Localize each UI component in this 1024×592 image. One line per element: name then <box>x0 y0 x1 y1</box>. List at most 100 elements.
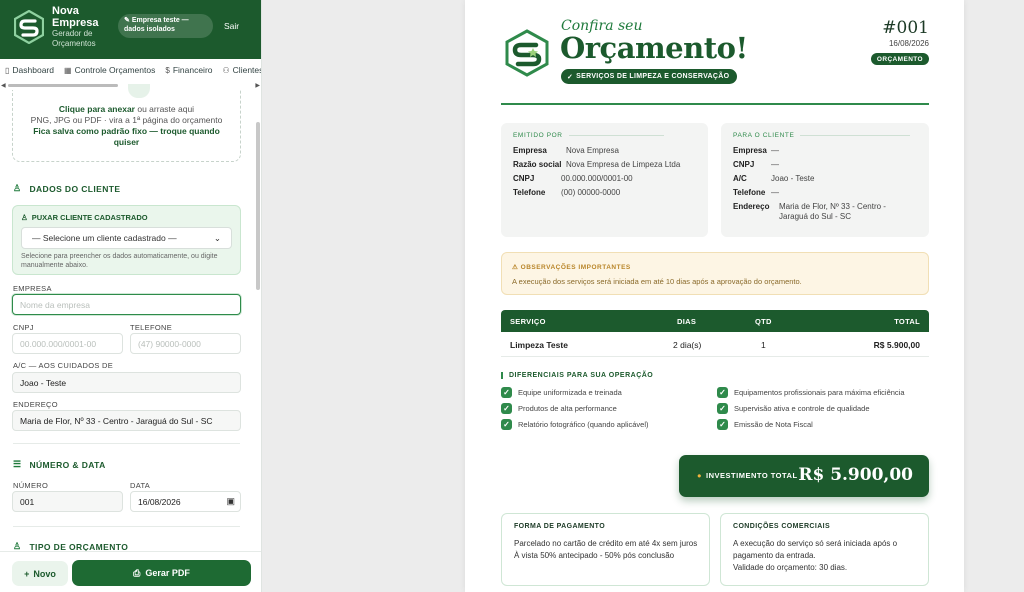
emitido-title: EMITIDO POR <box>513 132 664 139</box>
kv-row: CNPJ 00.000.000/0001-00 <box>513 174 633 184</box>
telefone-input[interactable]: (47) 90000-0000 <box>130 333 241 354</box>
th-total: TOTAL <box>894 317 920 326</box>
check-icon: ✓ <box>501 403 512 414</box>
calendar-icon[interactable]: ▣ <box>226 496 235 507</box>
date-value: 16/08/2026 <box>138 497 181 507</box>
endereco-label: ENDEREÇO <box>13 400 58 409</box>
empresa-label: EMPRESA <box>13 284 52 293</box>
tenant-pill-label: Empresa teste — dados isolados <box>124 17 189 33</box>
kv-row: A/C Joao - Teste <box>733 174 814 184</box>
scroll-right-icon[interactable]: ▶ <box>255 82 260 89</box>
list-item-text: Produtos de alta performance <box>518 404 617 413</box>
brand-logo-icon <box>14 10 44 44</box>
telefone-label: TELEFONE <box>130 323 172 332</box>
kv-key: Telefone <box>513 188 546 197</box>
kv-key: Razão social <box>513 160 562 169</box>
subpill-text: SERVIÇOS DE LIMPEZA E CONSERVAÇÃO <box>576 73 730 80</box>
doc-number: #001 <box>882 18 929 38</box>
condicoes-card: CONDIÇÕES COMERCIAIS A execução do servi… <box>720 513 929 586</box>
kv-key: Empresa <box>513 146 547 155</box>
kv-row: Empresa Nova Empresa <box>513 146 619 156</box>
td-dias: 2 dia(s) <box>673 340 702 350</box>
td-servico: Limpeza Teste <box>510 340 568 350</box>
dollar-icon: $ <box>165 65 170 75</box>
gerar-pdf-button[interactable]: ⎙ Gerar PDF <box>72 560 251 586</box>
tab-financeiro[interactable]: $ Financeiro <box>160 65 217 75</box>
sidebar: Nova Empresa Gerador de Orçamentos ✎ Empr… <box>0 0 262 592</box>
kv-value: (00) 00000-0000 <box>561 188 621 197</box>
tab-clientes[interactable]: ⚇ Clientes <box>218 65 262 75</box>
vertical-scrollbar[interactable] <box>256 122 260 290</box>
pagamento-line: Parcelado no cartão de crédito em até 4x… <box>514 539 698 548</box>
novo-label: Novo <box>33 568 56 579</box>
gerar-pdf-label: Gerar PDF <box>145 568 190 578</box>
numero-input[interactable]: 001 <box>12 491 123 512</box>
list-item: ✓ Supervisão ativa e controle de qualidad… <box>717 403 870 414</box>
alert-title-text: OBSERVAÇÕES IMPORTANTES <box>520 264 631 271</box>
pull-client-help: Selecione para preencher os dados automa… <box>21 253 218 269</box>
kv-value: — <box>771 188 779 197</box>
client-select[interactable]: — Selecione um cliente cadastrado — ⌄ <box>21 227 232 249</box>
users-icon: ⚇ <box>222 65 230 75</box>
upload-line2: PNG, JPG ou PDF · vira a 1ª página do or… <box>30 115 223 125</box>
upload-text: ou arraste aqui <box>137 104 195 114</box>
kv-value: Joao - Teste <box>771 174 815 183</box>
tab-label: Controle Orçamentos <box>74 65 156 75</box>
list-item: ✓ Emissão de Nota Fiscal <box>717 419 813 430</box>
data-label: DATA <box>130 481 151 490</box>
pagamento-title: FORMA DE PAGAMENTO <box>514 523 606 530</box>
kv-value: — <box>771 146 779 155</box>
printer-icon: ⎙ <box>133 567 141 578</box>
card-title-text: EMITIDO POR <box>513 132 563 139</box>
kv-value: 00.000.000/0001-00 <box>561 174 633 183</box>
logout-button[interactable]: Sair <box>224 21 239 31</box>
date-input[interactable]: 16/08/2026 ▣ <box>130 491 241 512</box>
empresa-input[interactable]: Nome da empresa <box>12 294 241 315</box>
cnpj-input[interactable]: 00.000.000/0001-00 <box>12 333 123 354</box>
doc-date: 16/08/2026 <box>888 39 929 48</box>
kv-row: Razão social Nova Empresa de Limpeza Ltda <box>513 160 680 170</box>
ac-label: A/C — AOS CUIDADOS DE <box>13 361 114 370</box>
tab-label: Financeiro <box>172 65 213 75</box>
services-table-header: SERVIÇO DIAS QTD TOTAL <box>501 310 929 332</box>
list-item-text: Equipamentos profissionais para máxima e… <box>734 388 905 397</box>
kv-value: Nova Empresa <box>566 146 619 155</box>
doc-subtitle-pill: ✓ SERVIÇOS DE LIMPEZA E CONSERVAÇÃO <box>561 69 738 84</box>
investimento-label-text: INVESTIMENTO TOTAL <box>706 471 798 480</box>
app: Nova Empresa Gerador de Orçamentos ✎ Empr… <box>0 0 1024 592</box>
novo-button[interactable]: + Novo <box>12 561 68 586</box>
tenant-pill[interactable]: ✎ Empresa teste — dados isolados <box>118 14 213 38</box>
list-icon: ☰ <box>13 459 22 469</box>
kv-value: — <box>771 160 779 169</box>
endereco-input[interactable]: Maria de Flor, Nº 33 - Centro - Jaraguá … <box>12 410 241 431</box>
grid-icon: ▦ <box>64 65 72 75</box>
tab-label: Clientes <box>232 65 262 75</box>
emitido-card: EMITIDO POR Empresa Nova Empresa Razão so… <box>501 123 708 237</box>
kv-key: CNPJ <box>513 174 535 183</box>
upload-link[interactable]: Clique para anexar <box>59 104 135 114</box>
check-icon: ✓ <box>717 387 728 398</box>
brand-subtitle: Gerador de Orçamentos <box>52 29 96 48</box>
diferenciais-title: DIFERENCIAIS PARA SUA OPERAÇÃO <box>501 372 653 379</box>
brand-logo-icon <box>505 29 549 77</box>
list-item-text: Equipe uniformizada e treinada <box>518 388 622 397</box>
kv-row: Endereço Maria de Flor, Nº 33 - Centro - … <box>733 202 913 222</box>
section-divider <box>13 443 240 444</box>
kv-key: Endereço <box>733 202 770 211</box>
kv-value: Nova Empresa de Limpeza Ltda <box>566 160 681 169</box>
plus-icon: + <box>24 568 30 579</box>
select-value: — Selecione um cliente cadastrado — <box>32 233 177 243</box>
upload-dropzone[interactable]: Clique para anexar ou arraste aqui PNG, … <box>12 84 241 162</box>
numero-label: NÚMERO <box>13 481 49 490</box>
sidebar-header: Nova Empresa Gerador de Orçamentos ✎ Empr… <box>0 0 261 59</box>
ac-input[interactable]: Joao - Teste <box>12 372 241 393</box>
tab-controle-orcamentos[interactable]: ▦ Controle Orçamentos <box>59 65 160 75</box>
tab-dashboard[interactable]: ▯ Dashboard <box>0 65 59 75</box>
doc-title: Orçamento! <box>560 31 748 65</box>
kv-row: Telefone (00) 00000-0000 <box>513 188 620 198</box>
pull-client-title: ♙ PUXAR CLIENTE CADASTRADO <box>21 213 148 222</box>
scrollbar-thumb[interactable] <box>8 84 118 87</box>
pull-client-box: ♙ PUXAR CLIENTE CADASTRADO — Selecione um… <box>12 205 241 275</box>
scroll-left-icon[interactable]: ◀ <box>1 82 6 89</box>
condicoes-line: A execução do serviço só será iniciada a… <box>733 539 898 560</box>
